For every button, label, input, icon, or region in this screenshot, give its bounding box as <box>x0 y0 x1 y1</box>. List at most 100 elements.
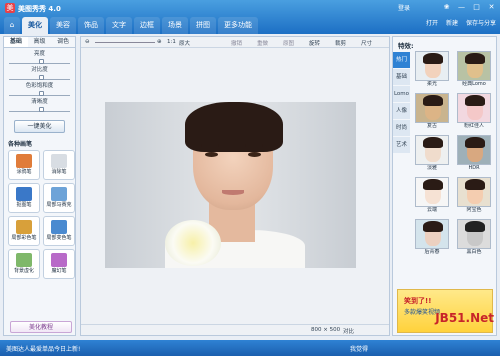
effect-tab-art[interactable]: 艺术 <box>393 137 410 153</box>
slider-knob[interactable] <box>39 107 44 112</box>
pen-label: 抠图笔 <box>16 202 32 208</box>
eraser-pen-button[interactable]: 消除笔 <box>43 150 75 180</box>
pen-label: 背景虚化 <box>13 268 34 274</box>
effect-hair <box>465 179 485 190</box>
tab-scene[interactable]: 场景 <box>162 17 188 34</box>
effect-item[interactable]: 粉红佳人 <box>455 93 493 130</box>
effect-item[interactable]: 黑白色 <box>455 219 493 256</box>
canvas-toolbar: ⊖ ⊕ 1:1 原大 撤销 重做 原图 旋转 裁剪 尺寸 <box>81 37 389 48</box>
subtab-advanced[interactable]: 高级 <box>28 37 52 47</box>
title-bar: 美 美图秀秀 4.0 登录 ❀ — □ ✕ ⌂ 美化 美容 饰品 文字 边框 场… <box>0 0 500 34</box>
auto-beautify-button[interactable]: 一键美化 <box>14 120 65 133</box>
effect-thumbnail <box>415 219 449 249</box>
rotate-button[interactable]: 旋转 <box>309 39 320 47</box>
tab-beauty[interactable]: 美容 <box>50 17 76 34</box>
effect-item[interactable]: HDR <box>455 135 493 172</box>
compare-button[interactable]: 对比 <box>343 327 354 335</box>
slider-knob[interactable] <box>39 59 44 64</box>
save-share-button[interactable]: 保存与分享 <box>466 17 496 31</box>
subtab-basic[interactable]: 基础 <box>4 37 28 47</box>
effect-tab-fashion[interactable]: 时尚 <box>393 120 410 136</box>
slider-knob[interactable] <box>39 91 44 96</box>
feedback-link[interactable]: 我觉得 <box>350 344 368 353</box>
saturation-label: 色彩饱和度 <box>25 83 54 89</box>
login-link[interactable]: 登录 <box>398 3 410 12</box>
effect-label: 淡雅 <box>426 165 437 171</box>
blur-background-button[interactable]: 背景虚化 <box>8 249 40 279</box>
effect-tab-lomo[interactable]: Lomo <box>393 86 410 102</box>
app-window: 美 美图秀秀 4.0 登录 ❀ — □ ✕ ⌂ 美化 美容 饰品 文字 边框 场… <box>0 0 500 356</box>
effect-item[interactable]: 经典Lomo <box>455 51 493 88</box>
minimize-icon[interactable]: — <box>455 3 468 12</box>
actual-size-button[interactable]: 1:1 <box>167 39 176 45</box>
effect-label: 粉红佳人 <box>463 123 484 129</box>
tutorial-button[interactable]: 美化教程 <box>10 321 72 333</box>
zoom-in-icon[interactable]: ⊕ <box>157 39 162 45</box>
crop-button[interactable]: 裁剪 <box>335 39 346 47</box>
close-icon[interactable]: ✕ <box>485 3 498 12</box>
tab-more[interactable]: 更多功能 <box>218 17 258 34</box>
tab-text[interactable]: 文字 <box>106 17 132 34</box>
new-button[interactable]: 新建 <box>446 17 458 31</box>
effect-item[interactable]: 复古 <box>413 93 451 130</box>
color-pen-button[interactable]: 局部彩色笔 <box>8 216 40 246</box>
tab-accessories[interactable]: 饰品 <box>78 17 104 34</box>
recolor-pen-button[interactable]: 局部变色笔 <box>43 216 75 246</box>
effect-item[interactable]: 淡雅 <box>413 135 451 172</box>
sharpness-slider[interactable] <box>9 106 70 112</box>
effect-hair <box>423 221 443 232</box>
brightness-label: 亮度 <box>33 51 45 57</box>
resize-button[interactable]: 尺寸 <box>361 39 372 47</box>
slider-knob[interactable] <box>39 75 44 80</box>
undo-button[interactable]: 撤销 <box>231 39 242 47</box>
status-bar: 美图达人最爱单品今日上新! 我觉得 <box>0 340 500 356</box>
effect-hair <box>465 53 485 64</box>
zoom-slider[interactable] <box>95 42 155 43</box>
contrast-slider[interactable] <box>9 74 70 80</box>
photo-canvas[interactable] <box>105 102 356 268</box>
effect-thumbnail <box>457 93 491 123</box>
magic-pen-button[interactable]: 魔幻笔 <box>43 249 75 279</box>
effect-grid: 柔光 经典Lomo 复古 粉红佳人 淡雅 HDR 云端 阿宝色 后青春 黑白色 <box>413 51 493 256</box>
original-image-button[interactable]: 原图 <box>283 39 294 47</box>
status-message[interactable]: 美图达人最爱单品今日上新! <box>6 344 80 353</box>
effect-label: 经典Lomo <box>462 81 486 87</box>
tab-home[interactable]: ⌂ <box>4 17 20 34</box>
effect-tab-basic[interactable]: 基础 <box>393 69 410 85</box>
effect-item[interactable]: 云端 <box>413 177 451 214</box>
effect-thumbnail <box>457 219 491 249</box>
zoom-out-icon[interactable]: ⊖ <box>85 39 90 45</box>
effect-hair <box>423 179 443 190</box>
original-size-label[interactable]: 原大 <box>179 39 190 47</box>
effect-thumbnail <box>457 135 491 165</box>
saturation-slider[interactable] <box>9 90 70 96</box>
skin-icon[interactable]: ❀ <box>440 3 453 12</box>
effect-tab-hot[interactable]: 热门 <box>393 52 410 68</box>
pen-label: 消除笔 <box>51 169 67 175</box>
photo-hair <box>185 102 283 152</box>
tab-beautify[interactable]: 美化 <box>22 17 48 34</box>
brightness-slider[interactable] <box>9 58 70 64</box>
contrast-label: 对比度 <box>31 67 48 73</box>
mosaic-pen-icon <box>51 187 67 201</box>
effect-item[interactable]: 阿宝色 <box>455 177 493 214</box>
redo-button[interactable]: 重做 <box>257 39 268 47</box>
tab-collage[interactable]: 拼图 <box>190 17 216 34</box>
effect-thumbnail <box>415 177 449 207</box>
effect-item[interactable]: 柔光 <box>413 51 451 88</box>
maximize-icon[interactable]: □ <box>470 3 483 12</box>
doodle-pen-button[interactable]: 涂鸦笔 <box>8 150 40 180</box>
tab-frame[interactable]: 边框 <box>134 17 160 34</box>
open-button[interactable]: 打开 <box>426 17 438 31</box>
effect-tab-portrait[interactable]: 人像 <box>393 103 410 119</box>
magic-pen-icon <box>51 253 67 267</box>
cutout-pen-button[interactable]: 抠图笔 <box>8 183 40 213</box>
subtab-color[interactable]: 调色 <box>51 37 75 47</box>
mosaic-pen-button[interactable]: 局部马赛克 <box>43 183 75 213</box>
file-toolbar: 打开 新建 保存与分享 <box>426 17 496 31</box>
effect-item[interactable]: 后青春 <box>413 219 451 256</box>
effect-hair <box>465 95 485 106</box>
recolor-pen-icon <box>51 220 67 234</box>
watermark: JB51.Net <box>435 311 494 325</box>
effect-label: 后青春 <box>424 249 440 255</box>
